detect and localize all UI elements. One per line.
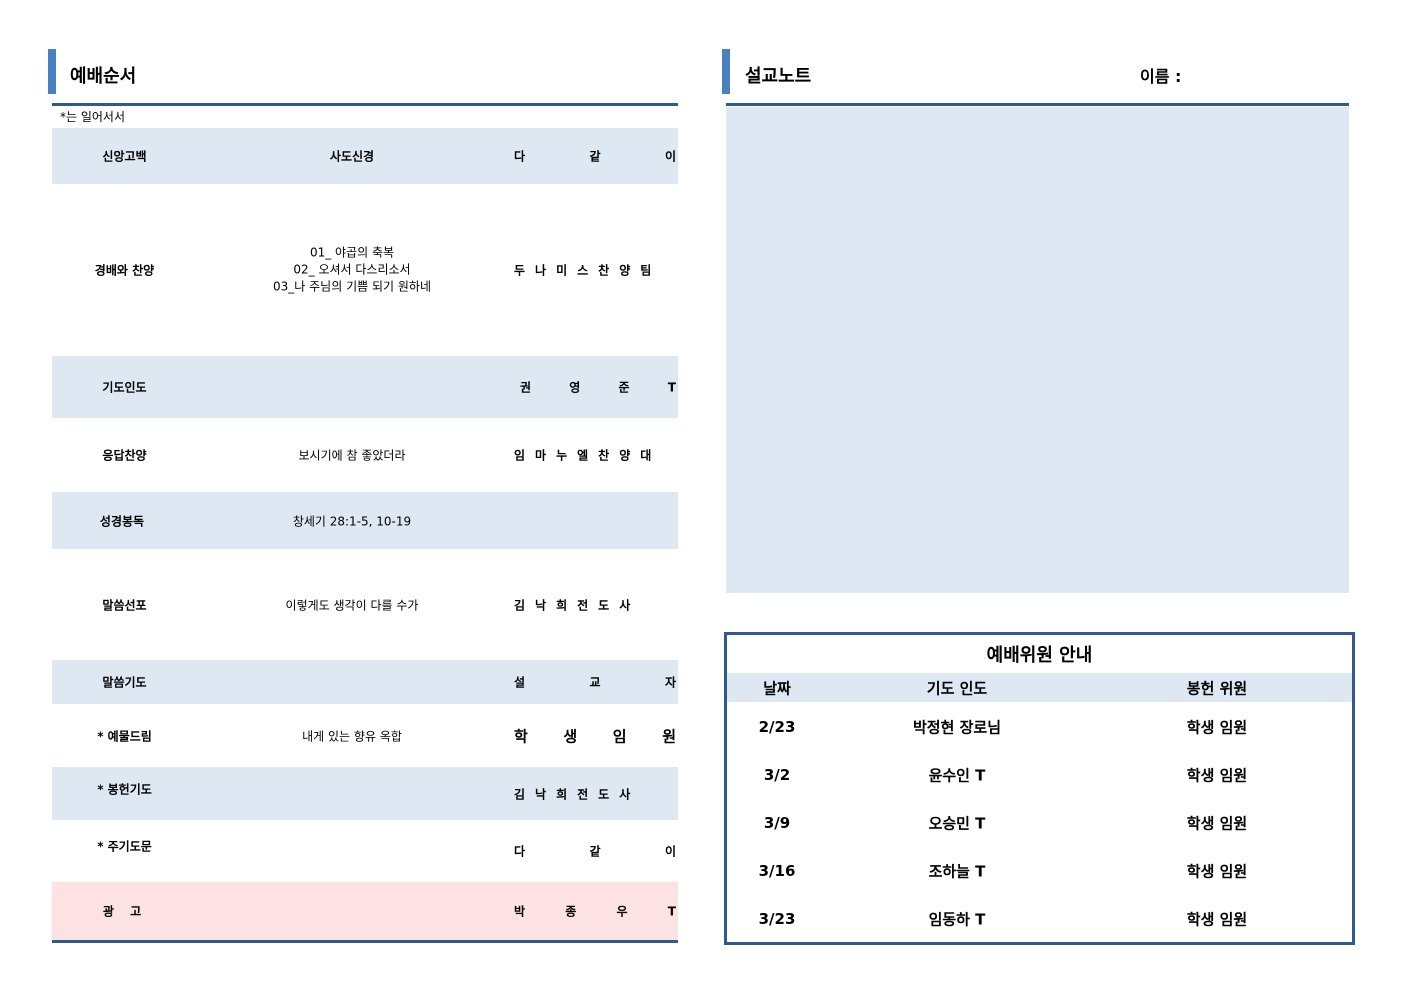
committee-offering: 학생 임원: [1186, 862, 1248, 881]
committee-prayer: 임동하 T: [928, 910, 986, 929]
service-leader: 다 같 이: [514, 844, 676, 859]
worship-committee-box: 예배위원 안내 날짜 기도 인도 봉헌 위원 2/23 박정현 장로님 학생 임…: [724, 632, 1355, 945]
service-content: 사도신경: [329, 149, 375, 164]
service-row: * 주기도문 다 같 이: [52, 821, 678, 881]
service-row: 광 고 박 종 우 T: [52, 882, 678, 940]
committee-date: 3/16: [758, 862, 796, 880]
song-line: 03_나 주님의 기쁨 되기 원하네: [273, 279, 431, 294]
service-row: 성경봉독 창세기 28:1-5, 10-19: [52, 492, 678, 549]
service-item: 말씀선포: [102, 598, 147, 613]
service-item: 성경봉독: [99, 514, 145, 528]
committee-prayer: 윤수인 T: [928, 766, 986, 785]
committee-row: 3/16 조하늘 T 학생 임원: [727, 847, 1352, 895]
committee-prayer: 박정현 장로님: [912, 718, 1002, 737]
committee-offering: 학생 임원: [1186, 718, 1248, 737]
service-content: 01_ 야곱의 축복 02_ 오셔서 다스리소서 03_나 주님의 기쁨 되기 …: [197, 245, 507, 296]
committee-title: 예배위원 안내: [986, 645, 1093, 666]
service-row: 말씀선포 이렇게도 생각이 다를 수가 김낙희전도사: [52, 550, 678, 660]
name-label: 이름 :: [1140, 67, 1182, 86]
service-leader: 김낙희전도사: [514, 598, 641, 613]
committee-header-row: 날짜 기도 인도 봉헌 위원: [727, 673, 1352, 702]
committee-date: 3/23: [758, 910, 796, 928]
service-leader: 두나미스찬양팀: [514, 263, 662, 278]
service-leader: 임마누엘찬양대: [514, 448, 662, 463]
service-item: 말씀기도: [102, 675, 147, 690]
service-row: 말씀기도 설 교 자: [52, 660, 678, 704]
service-row: 응답찬양 보시기에 참 좋았더라 임마누엘찬양대: [52, 419, 678, 491]
service-item: 광 고: [102, 904, 142, 919]
committee-row: 2/23 박정현 장로님 학생 임원: [727, 703, 1352, 751]
service-item: 신앙고백: [102, 149, 147, 164]
song-line: 02_ 오셔서 다스리소서: [293, 262, 411, 277]
service-row: 경배와 찬양 01_ 야곱의 축복 02_ 오셔서 다스리소서 03_나 주님의…: [52, 185, 678, 355]
service-row: 기도인도 권 영 준 T: [52, 356, 678, 418]
committee-date: 2/23: [758, 718, 796, 736]
service-item: 기도인도: [102, 380, 147, 395]
service-row: 신앙고백 사도신경 다 같 이: [52, 128, 678, 184]
sermon-notes-title: 설교노트: [745, 66, 812, 87]
service-order-title: 예배순서: [70, 66, 137, 87]
service-leader: 김낙희전도사: [514, 787, 641, 801]
left-accent-bar: [48, 49, 56, 94]
service-row: * 봉헌기도 김낙희전도사: [52, 767, 678, 820]
service-item: * 봉헌기도: [97, 781, 152, 796]
service-item: 경배와 찬양: [94, 263, 155, 278]
committee-prayer: 조하늘 T: [928, 862, 986, 881]
committee-offering: 학생 임원: [1186, 910, 1248, 929]
committee-offering: 학생 임원: [1186, 814, 1248, 833]
service-leader: 설 교 자: [514, 675, 676, 690]
song-line: 01_ 야곱의 축복: [309, 245, 395, 260]
header-offering: 봉헌 위원: [1186, 679, 1248, 697]
header-prayer: 기도 인도: [926, 679, 988, 697]
right-title-rule: [726, 103, 1349, 106]
standing-note: *는 일어서서: [60, 110, 126, 124]
committee-date: 3/2: [763, 766, 791, 784]
service-leader: 학 생 임 원: [514, 727, 676, 746]
committee-prayer: 오승민 T: [928, 814, 986, 833]
service-leader: 권 영 준 T: [520, 380, 676, 395]
service-content: 내게 있는 향유 옥합: [302, 729, 402, 744]
left-bottom-rule: [52, 940, 678, 943]
service-leader: 박 종 우 T: [514, 904, 676, 919]
committee-offering: 학생 임원: [1186, 766, 1248, 785]
committee-date: 3/9: [763, 814, 791, 832]
service-item: * 예물드림: [97, 729, 152, 744]
service-leader: 다 같 이: [514, 149, 676, 164]
service-content: 창세기 28:1-5, 10-19: [292, 514, 412, 528]
right-accent-bar: [722, 49, 730, 94]
header-date: 날짜: [763, 679, 791, 697]
service-item: * 주기도문: [97, 839, 152, 854]
service-item: 응답찬양: [102, 448, 147, 463]
committee-row: 3/23 임동하 T 학생 임원: [727, 895, 1352, 943]
service-row: * 예물드림 내게 있는 향유 옥합 학 생 임 원: [52, 705, 678, 767]
committee-row: 3/2 윤수인 T 학생 임원: [727, 751, 1352, 799]
committee-row: 3/9 오승민 T 학생 임원: [727, 799, 1352, 847]
sermon-notes-area[interactable]: [726, 107, 1349, 593]
service-content: 이렇게도 생각이 다를 수가: [285, 598, 419, 613]
left-title-rule: [52, 103, 678, 106]
service-content: 보시기에 참 좋았더라: [298, 448, 406, 463]
